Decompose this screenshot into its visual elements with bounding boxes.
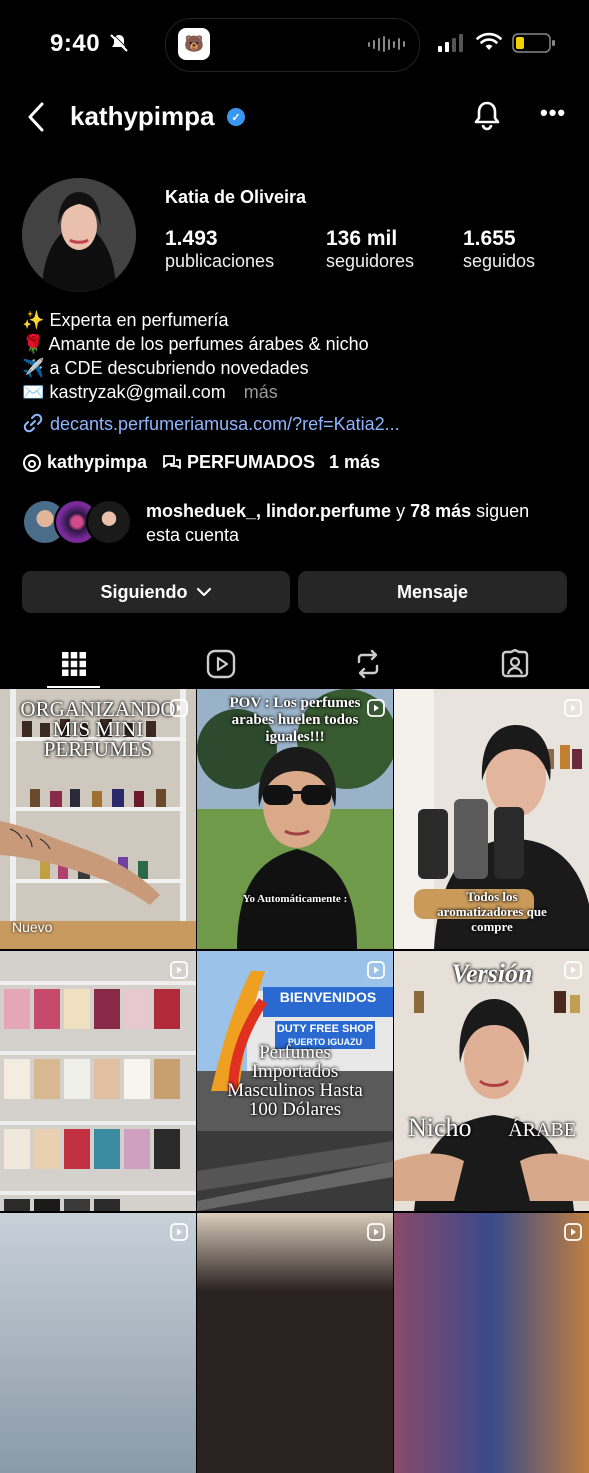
silent-mode-icon [108,32,130,59]
back-button[interactable] [22,100,52,134]
notifications-bell-button[interactable] [472,100,502,137]
stat-followers-value: 136 mil [326,227,398,250]
community-chip[interactable]: PERFUMADOS [161,452,315,473]
reel-indicator-icon [564,961,582,979]
envelope-icon: ✉️ [22,382,45,402]
post-thumbnail[interactable] [0,951,196,1211]
community-icon [163,454,181,469]
post-thumbnail[interactable]: ORGANIZANDO MIS MINI PERFUMES Nuevo [0,689,196,949]
bio-line: Experta en perfumería [49,310,229,330]
reel-indicator-icon [367,961,385,979]
stat-posts-value: 1.493 [165,227,218,250]
duty-free-sign-top: BIENVENIDOS [279,989,377,1005]
reel-indicator-icon [564,699,582,717]
stat-posts[interactable]: 1.493 publicaciones [165,227,274,272]
reel-indicator-icon [367,699,385,717]
reels-icon [206,649,235,679]
profile-avatar[interactable] [22,178,136,292]
follower-avatar [86,499,132,545]
bio-line: Amante de los perfumes árabes & nicho [48,334,369,354]
bio-email: kastryzak@gmail.com [49,382,226,402]
content-tabs [0,640,589,688]
post-overlay-text: Todos los aromatizadores que compre [437,889,547,934]
reel-indicator-icon [367,1223,385,1241]
post-overlay-text: Perfumes Importados Masculinos Hasta 100… [227,1042,363,1120]
link-icon [22,412,44,439]
threads-chip[interactable]: kathypimpa [22,452,147,473]
chevron-down-icon [196,587,211,597]
profile-bio: ✨ Experta en perfumería 🌹 Amante de los … [22,308,369,404]
post-overlay-text: POV : Los perfumes arabes huelen todos i… [229,695,361,745]
reel-indicator-icon [170,699,188,717]
post-overlay-text: ORGANIZANDO MIS MINI PERFUMES [20,697,176,761]
status-time: 9:40 [50,30,101,57]
threads-handle: kathypimpa [47,452,148,472]
threads-icon [23,453,41,472]
post-new-badge: Nuevo [12,919,53,935]
stat-posts-label: publicaciones [165,251,275,271]
verified-badge-icon: ✓ [227,108,245,126]
airplane-icon: ✈️ [22,358,45,378]
tab-tagged[interactable] [441,640,588,688]
grid-icon [61,652,86,676]
community-name: PERFUMADOS [187,452,316,472]
sparkles-icon: ✨ [22,310,45,330]
battery-icon [512,32,556,59]
reel-indicator-icon [170,1223,188,1241]
post-thumbnail[interactable] [0,1213,196,1473]
post-thumbnail[interactable]: Versión Nicho ÁRABE [394,951,589,1211]
post-overlay-right: ÁRABE [508,1119,576,1141]
profile-username: kathypimpa [70,101,215,131]
post-overlay-left: Nicho [408,1113,472,1142]
profile-chips: kathypimpa PERFUMADOS 1 más [22,452,380,473]
followed-by-connector: y [391,501,411,521]
followed-by[interactable]: mosheduek_, lindor.perfume y 78 más sigu… [22,499,566,547]
profile-link[interactable]: decants.perfumeriamusa.com/?ref=Katia2..… [22,412,400,439]
tab-reposts[interactable] [294,640,441,688]
bio-more-button[interactable]: más [244,382,278,402]
post-image [394,951,589,1211]
post-thumbnail[interactable]: Todos los aromatizadores que compre [394,689,589,949]
dynamic-island: 🐻 [165,18,420,72]
stat-following-label: seguidos [463,251,536,271]
followed-by-text: mosheduek_, lindor.perfume y 78 más sigu… [146,499,566,547]
post-overlay-top: Versión [451,959,533,988]
rose-icon: 🌹 [22,334,45,354]
profile-full-name: Katia de Oliveira [165,187,307,207]
followed-by-names: mosheduek_, lindor.perfume [146,501,392,521]
profile-link-text: decants.perfumeriamusa.com/?ref=Katia2..… [50,414,400,434]
tab-reels[interactable] [147,640,294,688]
stat-following[interactable]: 1.655 seguidos [463,227,535,272]
stat-followers-label: seguidores [326,251,415,271]
posts-grid: ORGANIZANDO MIS MINI PERFUMES Nuevo POV … [0,689,589,1473]
post-image [0,951,196,1211]
tab-grid[interactable] [0,640,147,688]
following-button[interactable]: Siguiendo [22,571,290,613]
tagged-person-icon [501,649,528,678]
duty-free-sign-middle: DUTY FREE SHOP [276,1023,374,1035]
reel-indicator-icon [564,1223,582,1241]
cellular-signal-icon [438,34,466,57]
reel-indicator-icon [170,961,188,979]
post-caption-text: Yo Automáticamente : [242,893,348,905]
wifi-icon [476,32,502,57]
bio-line: a CDE descubriendo novedades [49,358,309,378]
post-thumbnail[interactable] [394,1213,589,1473]
bell-icon [474,101,500,131]
message-label: Mensaje [396,581,469,602]
repost-icon [357,649,378,679]
post-thumbnail[interactable]: POV : Los perfumes arabes huelen todos i… [197,689,393,949]
stat-following-value: 1.655 [463,227,516,250]
more-options-button[interactable]: ••• [540,100,566,126]
audio-wave-icon [368,36,405,52]
post-thumbnail[interactable] [197,1213,393,1473]
message-button[interactable]: Mensaje [298,571,567,613]
app-icon: 🐻 [178,28,210,60]
stat-followers[interactable]: 136 mil seguidores [326,227,414,272]
chips-more[interactable]: 1 más [329,452,380,473]
post-thumbnail[interactable]: BIENVENIDOS DUTY FREE SHOP PUERTO IGUAZU… [197,951,393,1211]
followed-by-count: 78 más [410,501,472,521]
chevron-left-icon [28,102,44,132]
following-label: Siguiendo [100,581,188,602]
